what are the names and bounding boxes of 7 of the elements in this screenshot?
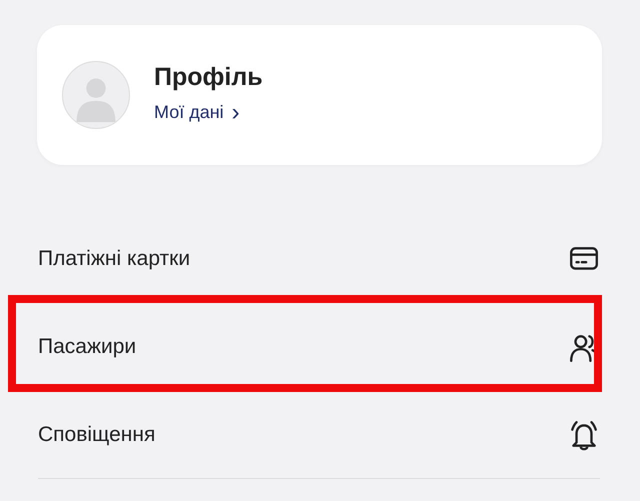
bell-icon — [568, 419, 600, 451]
profile-card[interactable]: Профіль Мої дані › — [37, 25, 602, 165]
menu-item[interactable]: Платіжні картки — [0, 215, 640, 303]
menu-item[interactable]: Пасажири — [0, 303, 640, 391]
menu-item[interactable]: Сповіщення — [0, 391, 640, 479]
profile-title: Профіль — [154, 64, 263, 92]
my-data-link[interactable]: Мої дані › — [154, 99, 263, 126]
